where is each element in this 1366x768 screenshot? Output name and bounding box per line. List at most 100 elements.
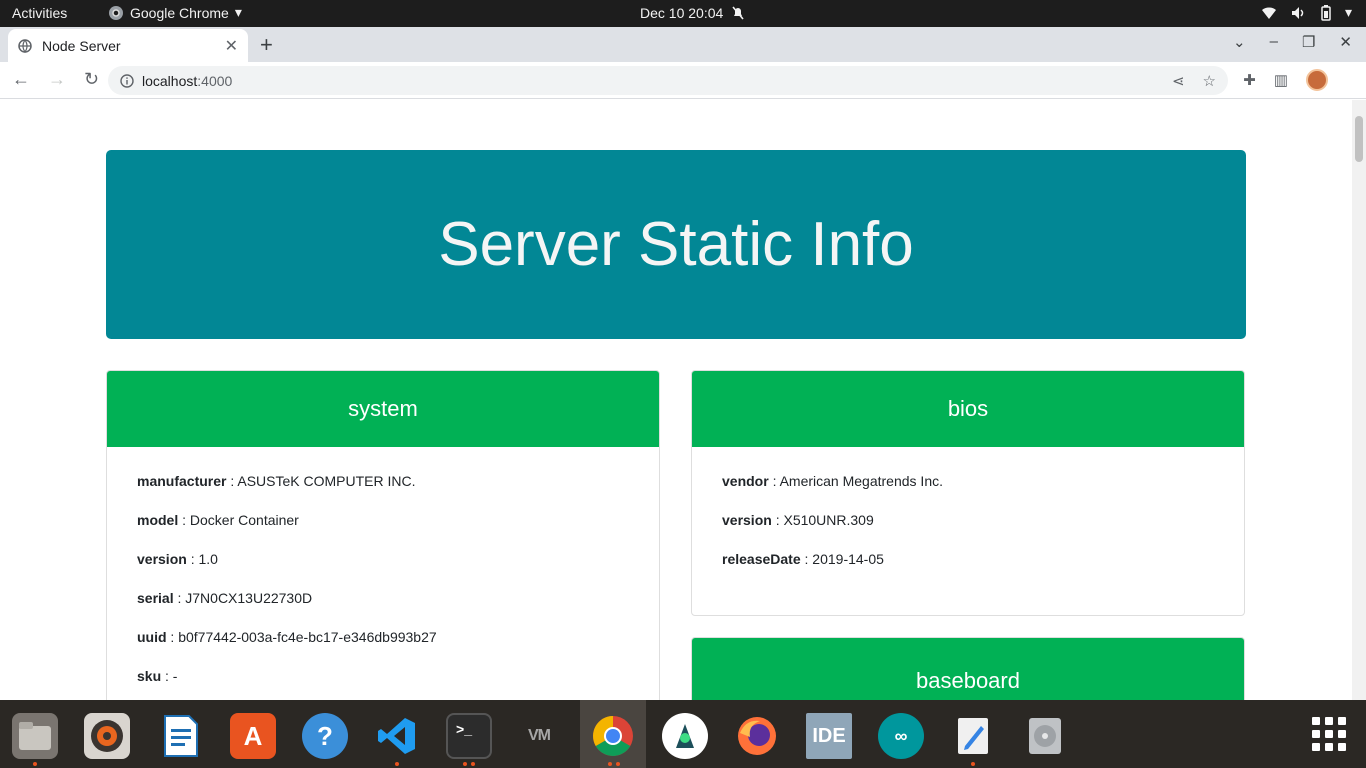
clock[interactable]: Dec 10 20:04 bbox=[640, 5, 745, 21]
close-tab-icon[interactable]: ✕ bbox=[225, 36, 238, 56]
minimize-icon[interactable]: – bbox=[1270, 33, 1278, 51]
address-bar[interactable]: localhost:4000 ⋖ ☆ bbox=[108, 66, 1228, 95]
gnome-top-bar: Activities Google Chrome ▾ Dec 10 20:04 … bbox=[0, 0, 1366, 27]
tab-strip: Node Server ✕ + ⌄ – ❐ ✕ bbox=[0, 27, 1366, 62]
notifications-off-icon bbox=[732, 6, 744, 20]
new-tab-button[interactable]: + bbox=[260, 32, 273, 58]
info-value: : American Megatrends Inc. bbox=[768, 473, 943, 489]
chevron-down-icon: ▾ bbox=[1344, 4, 1352, 20]
info-value: : b0f77442-003a-fc4e-bc17-e346db993b27 bbox=[166, 629, 437, 645]
rhythmbox-icon[interactable] bbox=[84, 713, 130, 759]
side-panel-icon[interactable]: ▥ bbox=[1274, 71, 1288, 89]
back-icon[interactable]: ← bbox=[12, 69, 30, 90]
ubuntu-dock: A ? >_ VM IDE ∞ bbox=[0, 700, 1366, 768]
browser-toolbar: ← → ↻ localhost:4000 ⋖ ☆ ✚ ▥ bbox=[0, 62, 1366, 99]
info-row: model : Docker Container bbox=[137, 512, 629, 551]
app-menu-label: Google Chrome bbox=[130, 4, 229, 21]
app-menu[interactable]: Google Chrome ▾ bbox=[108, 4, 242, 21]
info-key: version bbox=[722, 512, 772, 528]
disk-icon[interactable] bbox=[1022, 713, 1068, 759]
intellij-icon[interactable]: IDE bbox=[806, 713, 852, 759]
page-title: Server Static Info bbox=[438, 210, 914, 279]
text-editor-icon[interactable] bbox=[950, 713, 996, 759]
info-value: : 1.0 bbox=[186, 551, 218, 567]
maximize-icon[interactable]: ❐ bbox=[1302, 33, 1315, 51]
card-title: baseboard bbox=[916, 668, 1020, 693]
clock-label: Dec 10 20:04 bbox=[640, 5, 724, 21]
info-value: : 2019-14-05 bbox=[800, 551, 884, 567]
info-row: version : 1.0 bbox=[137, 551, 629, 590]
info-value: : J7N0CX13U22730D bbox=[173, 590, 313, 606]
wifi-icon bbox=[1261, 6, 1276, 19]
system-tray[interactable]: ▾ bbox=[1261, 4, 1352, 21]
info-key: sku bbox=[137, 668, 162, 684]
chevron-down-icon: ▾ bbox=[234, 4, 242, 20]
running-indicator bbox=[463, 762, 467, 766]
toolbar-extensions: ✚ ▥ bbox=[1243, 69, 1328, 91]
site-info-icon bbox=[120, 73, 134, 88]
info-row: uuid : b0f77442-003a-fc4e-bc17-e346db993… bbox=[137, 629, 629, 668]
page-viewport: Server Static Info system manufacturer :… bbox=[0, 100, 1352, 700]
arduino-icon[interactable]: ∞ bbox=[878, 713, 924, 759]
globe-icon bbox=[18, 38, 32, 53]
software-center-icon[interactable]: A bbox=[230, 713, 276, 759]
android-studio-icon[interactable] bbox=[662, 713, 708, 759]
running-indicator bbox=[608, 762, 612, 766]
running-indicator bbox=[395, 762, 399, 766]
running-indicator bbox=[471, 762, 475, 766]
card-header: bios bbox=[692, 371, 1244, 447]
info-key: serial bbox=[137, 590, 174, 606]
info-row: vendor : American Megatrends Inc. bbox=[722, 473, 1214, 512]
running-indicator bbox=[33, 762, 37, 766]
activities-button[interactable]: Activities bbox=[12, 5, 67, 21]
tab-search-icon[interactable]: ⌄ bbox=[1233, 33, 1246, 51]
info-value: : X510UNR.309 bbox=[771, 512, 874, 528]
running-indicator bbox=[616, 762, 620, 766]
card-baseboard: baseboard bbox=[691, 637, 1245, 700]
page-scrollbar[interactable] bbox=[1352, 100, 1366, 700]
info-value: : ASUSTeK COMPUTER INC. bbox=[226, 473, 416, 489]
files-icon[interactable] bbox=[12, 713, 58, 759]
info-row: serial : J7N0CX13U22730D bbox=[137, 590, 629, 629]
url-port: :4000 bbox=[197, 72, 233, 89]
vm-icon[interactable]: VM bbox=[516, 713, 562, 759]
info-key: releaseDate bbox=[722, 551, 801, 567]
show-applications-icon[interactable] bbox=[1312, 717, 1346, 751]
bookmark-star-icon[interactable]: ☆ bbox=[1203, 72, 1216, 90]
chrome-icon[interactable] bbox=[590, 713, 636, 759]
card-system: system manufacturer : ASUSTeK COMPUTER I… bbox=[106, 370, 660, 700]
libreoffice-writer-icon[interactable] bbox=[158, 713, 204, 759]
info-key: uuid bbox=[137, 629, 167, 645]
firefox-icon[interactable] bbox=[734, 713, 780, 759]
terminal-icon[interactable]: >_ bbox=[446, 713, 492, 759]
tab-node-server[interactable]: Node Server ✕ bbox=[8, 29, 248, 62]
profile-avatar[interactable] bbox=[1306, 69, 1328, 91]
battery-icon bbox=[1321, 4, 1331, 21]
running-indicator bbox=[971, 762, 975, 766]
info-row: releaseDate : 2019-14-05 bbox=[722, 551, 1214, 590]
info-key: vendor bbox=[722, 473, 769, 489]
card-title: bios bbox=[947, 396, 989, 421]
reload-icon[interactable]: ↻ bbox=[84, 69, 99, 90]
intellij-label: IDE bbox=[812, 724, 846, 747]
omnibox-actions: ⋖ ☆ bbox=[1172, 72, 1216, 90]
info-row: manufacturer : ASUSTeK COMPUTER INC. bbox=[137, 473, 629, 512]
close-window-icon[interactable]: ✕ bbox=[1339, 33, 1352, 51]
chrome-small-icon bbox=[109, 5, 123, 20]
info-row: version : X510UNR.309 bbox=[722, 512, 1214, 551]
card-title: system bbox=[348, 396, 418, 421]
nav-buttons: ← → ↻ bbox=[12, 69, 99, 90]
volume-icon bbox=[1291, 6, 1304, 19]
forward-icon[interactable]: → bbox=[48, 69, 66, 90]
scrollbar-thumb[interactable] bbox=[1355, 116, 1363, 162]
info-key: manufacturer bbox=[137, 473, 227, 489]
share-icon[interactable]: ⋖ bbox=[1172, 72, 1185, 90]
vscode-icon[interactable] bbox=[374, 713, 420, 759]
page-heading-banner: Server Static Info bbox=[106, 150, 1246, 339]
info-key: version bbox=[137, 551, 187, 567]
help-icon[interactable]: ? bbox=[302, 713, 348, 759]
card-bios: bios vendor : American Megatrends Inc. v… bbox=[691, 370, 1245, 616]
info-key: model bbox=[137, 512, 179, 528]
card-header: baseboard bbox=[692, 638, 1244, 700]
extensions-puzzle-icon[interactable]: ✚ bbox=[1243, 71, 1256, 89]
